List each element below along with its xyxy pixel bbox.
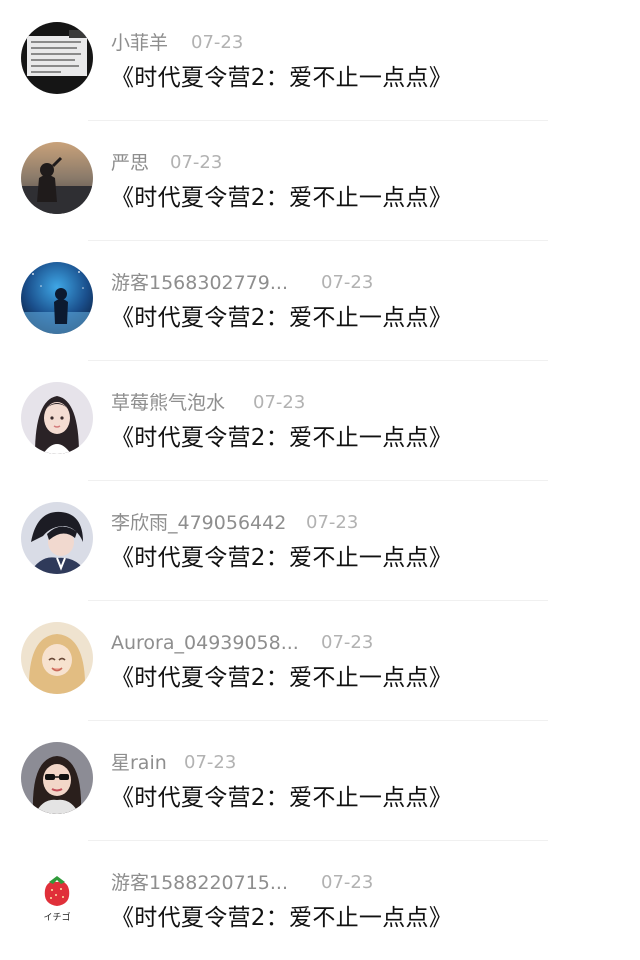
comment-text: 《时代夏令营2：爱不止一点点》 — [111, 545, 453, 571]
comment-item[interactable]: 李欣雨_479056442 07-23 《时代夏令营2：爱不止一点点》 — [0, 480, 640, 601]
comment-date: 07-23 — [253, 392, 306, 413]
avatar[interactable] — [21, 142, 93, 214]
username[interactable]: Aurora_04939058... — [111, 629, 299, 657]
avatar[interactable] — [21, 502, 93, 574]
comment-text: 《时代夏令营2：爱不止一点点》 — [111, 425, 453, 451]
comment-text: 《时代夏令营2：爱不止一点点》 — [111, 185, 453, 211]
strawberry-icon — [44, 881, 70, 906]
comment-item[interactable]: Aurora_04939058... 07-23 《时代夏令营2：爱不止一点点》 — [0, 600, 640, 721]
avatar[interactable]: イチゴ — [21, 862, 93, 934]
avatar[interactable] — [21, 22, 93, 94]
comment-text: 《时代夏令营2：爱不止一点点》 — [111, 665, 453, 691]
username[interactable]: 草莓熊气泡水 — [111, 389, 225, 417]
username[interactable]: 严思 — [111, 149, 149, 177]
comment-date: 07-23 — [321, 272, 374, 293]
comment-text: 《时代夏令营2：爱不止一点点》 — [111, 905, 453, 931]
username[interactable]: 李欣雨_479056442 — [111, 509, 286, 537]
comment-item[interactable]: 小菲羊 07-23 《时代夏令营2：爱不止一点点》 — [0, 0, 640, 121]
comment-list: 小菲羊 07-23 《时代夏令营2：爱不止一点点》 严思 07-23 《时代夏令… — [0, 0, 640, 958]
comment-text: 《时代夏令营2：爱不止一点点》 — [111, 785, 453, 811]
comment-date: 07-23 — [321, 872, 374, 893]
avatar[interactable] — [21, 262, 93, 334]
avatar-caption: イチゴ — [43, 911, 70, 923]
comment-item[interactable]: 星rain 07-23 《时代夏令营2：爱不止一点点》 — [0, 720, 640, 841]
comment-date: 07-23 — [191, 32, 244, 53]
comment-text: 《时代夏令营2：爱不止一点点》 — [111, 305, 453, 331]
avatar[interactable] — [21, 742, 93, 814]
comment-date: 07-23 — [306, 512, 359, 533]
username[interactable]: 星rain — [111, 749, 167, 777]
comment-item[interactable]: 草莓熊气泡水 07-23 《时代夏令营2：爱不止一点点》 — [0, 360, 640, 481]
comment-item[interactable]: イチゴ 游客1588220715... 07-23 《时代夏令营2：爱不止一点点… — [0, 840, 640, 960]
comment-date: 07-23 — [170, 152, 223, 173]
avatar[interactable] — [21, 622, 93, 694]
comment-text: 《时代夏令营2：爱不止一点点》 — [111, 65, 453, 91]
username[interactable]: 游客1568302779... — [111, 269, 288, 297]
username[interactable]: 游客1588220715... — [111, 869, 288, 897]
avatar[interactable] — [21, 382, 93, 454]
comment-item[interactable]: 严思 07-23 《时代夏令营2：爱不止一点点》 — [0, 120, 640, 241]
comment-date: 07-23 — [321, 632, 374, 653]
username[interactable]: 小菲羊 — [111, 29, 168, 57]
comment-item[interactable]: 游客1568302779... 07-23 《时代夏令营2：爱不止一点点》 — [0, 240, 640, 361]
comment-date: 07-23 — [184, 752, 237, 773]
